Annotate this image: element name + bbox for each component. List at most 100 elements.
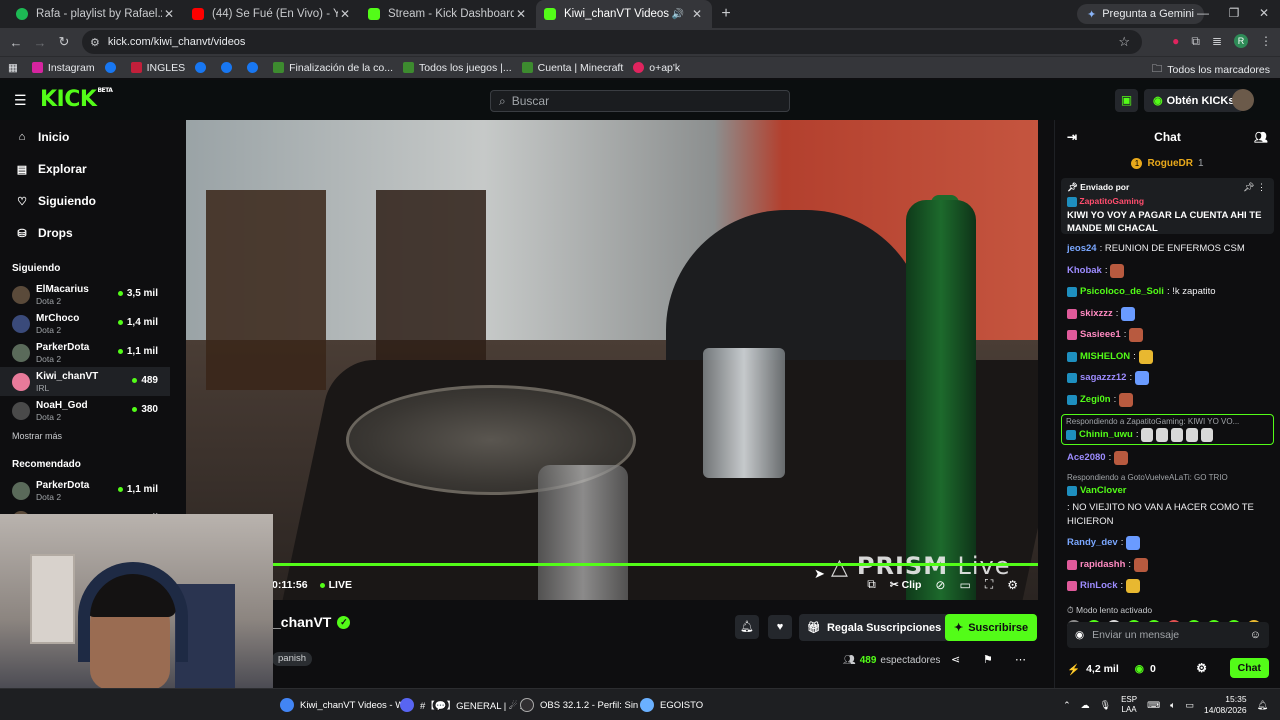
chat-username[interactable]: RinLock [1080, 579, 1117, 593]
playback-progress-bar[interactable] [272, 563, 1038, 566]
chat-username[interactable]: Zegi0n [1080, 393, 1111, 407]
language-indicator[interactable]: ESP LAA [1121, 695, 1137, 715]
bookmark-item[interactable]: Cuenta | Minecraft [521, 62, 623, 74]
bookmark-item[interactable]: Finalización de la co... [273, 62, 393, 74]
collapse-chat-icon[interactable]: ⇥ [1067, 130, 1077, 144]
browser-tab[interactable]: Rafa - playlist by Rafael.xared | ✕ [8, 0, 184, 28]
bookmark-item[interactable] [247, 62, 263, 73]
browser-tab[interactable]: Stream - Kick Dashboard ✕ [360, 0, 536, 28]
puzzle-icon[interactable]: ⧉ [1191, 34, 1200, 49]
kicks-balance[interactable]: 0 [1150, 663, 1156, 675]
close-tab-icon[interactable]: ✕ [162, 7, 176, 21]
chat-message-input[interactable]: ◉ Enviar un mensaje ☺ [1067, 622, 1269, 648]
chat-users-icon[interactable]: 👥︎ [1254, 131, 1268, 144]
chat-username[interactable]: MISHELON [1080, 350, 1130, 364]
share-icon[interactable]: ⋖ [951, 653, 960, 666]
no-chat-icon[interactable]: ⊘ [935, 578, 945, 592]
kick-logo[interactable]: KICKBETA [40, 87, 113, 112]
pin-icon[interactable]: 📌︎ ⋮ [1243, 182, 1266, 193]
video-player[interactable]: △ PRISM Live ➤ 0:11:56 LIVE ⧉ ✂ Clip ⊘ ▭ … [186, 120, 1038, 600]
url-field[interactable]: ⚙ kick.com/kiwi_chanvt/videos ☆ [82, 30, 1142, 54]
taskbar-discord[interactable]: #【💬】GENERAL | ☄ Z [400, 695, 526, 715]
more-options-icon[interactable]: ⋯ [1015, 653, 1026, 666]
chat-username[interactable]: VanClover [1080, 484, 1126, 498]
close-tab-icon[interactable]: ✕ [514, 7, 528, 21]
notifications-icon[interactable]: 🔔︎ [1257, 700, 1268, 711]
pinned-user[interactable]: ZapatitoGaming [1067, 196, 1268, 207]
streamer-name[interactable]: _chanVT ✓ [273, 614, 351, 630]
theater-mode-icon[interactable]: ▭ [959, 578, 970, 592]
bookmark-item[interactable] [104, 62, 121, 73]
settings-gear-icon[interactable]: ⚙ [1007, 578, 1018, 592]
chat-username[interactable]: Randy_dev [1067, 536, 1118, 550]
battery-icon[interactable]: ▭ [1186, 700, 1195, 711]
sidebar-channel[interactable]: MrChoco Dota 2 1,4 mil [0, 309, 170, 338]
fullscreen-icon[interactable]: ⛶ [985, 577, 993, 592]
media-icon[interactable]: ≣ [1212, 34, 1222, 49]
user-avatar[interactable] [1232, 89, 1254, 111]
volume-icon[interactable]: 🔈︎ [1170, 700, 1175, 711]
sidebar-item-explorar[interactable]: ▤ Explorar [0, 153, 170, 185]
sidebar-channel[interactable]: ElMacarius Dota 2 3,5 mil [0, 280, 170, 309]
microphone-icon[interactable]: 🎙︎ [1100, 700, 1111, 711]
chat-username[interactable]: sagazzz12 [1080, 371, 1126, 385]
chat-username[interactable]: skixzzz [1080, 307, 1113, 321]
site-info-icon[interactable]: ⚙ [90, 36, 100, 49]
show-more-link[interactable]: Mostrar más [0, 431, 170, 441]
send-chat-button[interactable]: Chat [1229, 658, 1269, 678]
bookmark-star-icon[interactable]: ☆ [1118, 34, 1130, 50]
clock[interactable]: 15:35 14/08/2026 [1204, 694, 1247, 716]
clip-button[interactable]: ✂ Clip [890, 579, 922, 591]
back-icon[interactable]: ← [4, 35, 28, 50]
gift-subs-button[interactable]: 🎁︎ Regala Suscripciones [799, 614, 950, 641]
new-tab-button[interactable]: + [712, 5, 740, 23]
speaker-icon[interactable]: 🔊 [672, 9, 684, 20]
chat-leaderboard[interactable]: 1 RogueDR 1 [1055, 154, 1280, 172]
search-input[interactable]: ⌕ Buscar [490, 90, 790, 112]
network-icon[interactable]: ⌨ [1147, 700, 1160, 711]
close-tab-icon[interactable]: ✕ [690, 7, 704, 21]
chat-username[interactable]: Psicoloco_de_Soli [1080, 285, 1164, 299]
language-tag[interactable]: panish [272, 652, 312, 666]
close-tab-icon[interactable]: ✕ [338, 7, 352, 21]
extension-icon[interactable]: ● [1172, 34, 1179, 49]
bookmark-item[interactable] [195, 62, 211, 73]
all-bookmarks-button[interactable]: 🗀 Todos los marcadores [1152, 61, 1270, 79]
kick-rewards-button[interactable]: ▣ [1115, 89, 1138, 112]
ask-gemini-button[interactable]: ✦ Pregunta a Gemini [1077, 4, 1204, 24]
get-kicks-button[interactable]: ◉ Obtén KICKs [1144, 89, 1244, 112]
chat-settings-icon[interactable]: ⚙ [1196, 661, 1207, 675]
sidebar-channel[interactable]: ParkerDota Dota 2 1,1 mil [0, 338, 170, 367]
profile-avatar[interactable]: R [1234, 34, 1248, 48]
menu-icon[interactable]: ☰ [14, 92, 27, 109]
chat-username[interactable]: Chinin_uwu [1079, 428, 1133, 442]
sidebar-channel[interactable]: NoaH_God Dota 2 380 [0, 396, 170, 425]
taskbar-chrome[interactable]: Kiwi_chanVT Videos - W [280, 695, 404, 715]
chat-username[interactable]: Ace2080 [1067, 451, 1106, 465]
chat-username[interactable]: jeos24 [1067, 242, 1097, 256]
sidebar-channel[interactable]: Kiwi_chanVT IRL 489 [0, 367, 170, 396]
minimize-icon[interactable]: — [1193, 6, 1213, 20]
sidebar-channel[interactable]: ParkerDota Dota 2 1,1 mil [0, 476, 170, 505]
browser-tab-active[interactable]: Kiwi_chanVT Videos - Watch 🔊 ✕ [536, 0, 712, 28]
notification-bell-button[interactable]: 🔔︎ [735, 615, 759, 639]
apps-icon[interactable]: ▦ [8, 62, 18, 74]
bookmark-item[interactable]: INGLES [130, 62, 185, 74]
subscribe-button[interactable]: ✦ Suscribirse [945, 614, 1038, 641]
bookmark-item[interactable]: Todos los juegos |... [403, 62, 512, 74]
more-menu-icon[interactable]: ⋮ [1260, 34, 1272, 49]
close-window-icon[interactable]: ✕ [1254, 6, 1274, 20]
browser-tab[interactable]: (44) Se Fué (En Vivo) - YouTube ✕ [184, 0, 360, 28]
channel-points[interactable]: 4,2 mil [1086, 663, 1119, 675]
sidebar-item-siguiendo[interactable]: ♡ Siguiendo [0, 185, 170, 217]
taskbar-obs[interactable]: OBS 32.1.2 - Perfil: Sin Tí [520, 695, 649, 715]
maximize-icon[interactable]: ❐ [1224, 6, 1244, 20]
pip-icon[interactable]: ⧉ [867, 577, 876, 592]
forward-icon[interactable]: → [28, 35, 52, 50]
chat-username[interactable]: Khobak [1067, 264, 1102, 278]
taskbar-egoisto[interactable]: EGOISTO [640, 695, 703, 715]
emoji-icon[interactable]: ☺ [1250, 629, 1261, 641]
sidebar-item-inicio[interactable]: ⌂ Inicio [0, 121, 170, 153]
bookmark-item[interactable]: Instagram [31, 62, 95, 74]
chevron-up-icon[interactable]: ⌃ [1063, 700, 1071, 711]
